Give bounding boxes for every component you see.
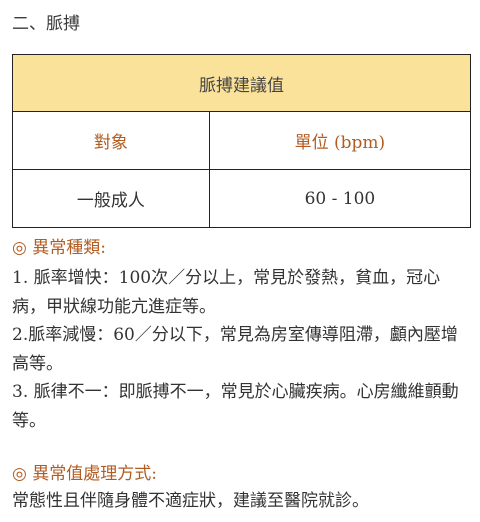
abnormal-types-title: ◎ 異常種類: xyxy=(12,238,106,258)
pulse-reference-table: 脈搏建議值 對象 單位 (bpm) 一般成人 60 - 100 xyxy=(12,54,472,228)
list-item: 3. 脈律不一：即脈搏不一，常見於心臟疾病。心房纖維顫動等。 xyxy=(12,382,459,431)
handling-text: 常態性且伴隨身體不適症狀，建議至醫院就診。 xyxy=(12,491,369,511)
page: 二、脈搏 脈搏建議值 對象 單位 (bpm) 一般成人 60 - 100 ◎ 異… xyxy=(0,0,480,522)
section-heading: 二、脈搏 xyxy=(12,14,80,34)
column-header-unit: 單位 (bpm) xyxy=(208,111,472,170)
cell-value: 60 - 100 xyxy=(208,169,472,228)
column-header-subject: 對象 xyxy=(12,111,210,170)
handling-title: ◎ 異常值處理方式: xyxy=(12,464,157,484)
table-row: 一般成人 60 - 100 xyxy=(12,169,472,228)
list-item: 2.脈率減慢：60／分以下，常見為房室傳導阻滯，顱內壓增高等。 xyxy=(12,325,458,374)
list-item: 1. 脈率增快：100次／分以上，常見於發熱，貧血，冠心病，甲狀線功能亢進症等。 xyxy=(12,268,441,317)
table-title: 脈搏建議值 xyxy=(12,54,471,112)
cell-subject: 一般成人 xyxy=(12,169,210,228)
abnormal-types-list: 1. 脈率增快：100次／分以上，常見於發熱，貧血，冠心病，甲狀線功能亢進症等。… xyxy=(12,264,474,435)
